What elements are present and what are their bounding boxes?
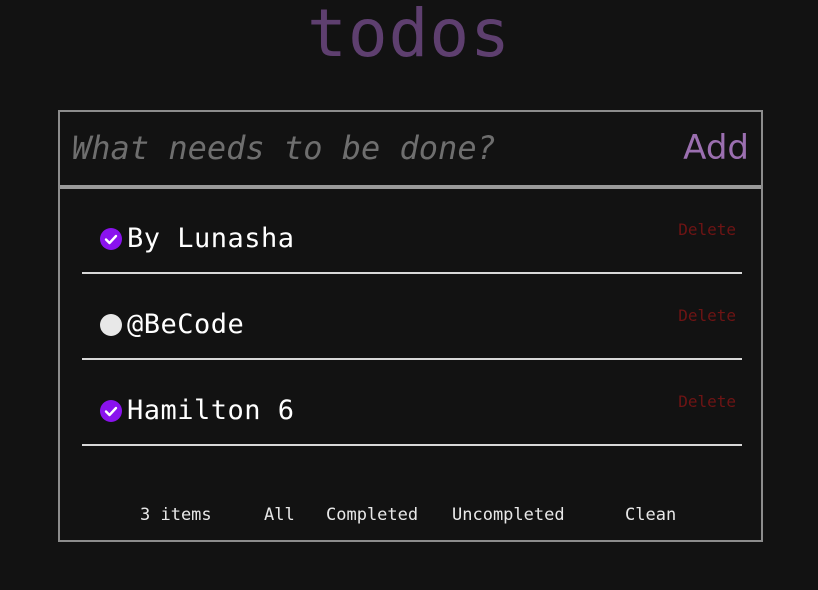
new-todo-row: Add <box>60 112 761 189</box>
todo-panel: Add By Lunasha Delete @BeCode Delete Ham… <box>58 110 763 542</box>
new-todo-input[interactable] <box>72 124 672 172</box>
todo-footer: 3 items All Completed Uncompleted Clean <box>60 504 761 526</box>
empty-circle-icon[interactable] <box>100 314 122 336</box>
filter-all-button[interactable]: All <box>264 504 295 526</box>
filter-uncompleted-button[interactable]: Uncompleted <box>452 504 565 526</box>
todo-item: Hamilton 6 Delete <box>82 361 742 446</box>
todo-item: @BeCode Delete <box>82 275 742 360</box>
todo-text: Hamilton 6 <box>127 395 295 426</box>
delete-button[interactable]: Delete <box>678 220 736 239</box>
delete-button[interactable]: Delete <box>678 306 736 325</box>
add-button[interactable]: Add <box>683 126 749 170</box>
check-circle-icon[interactable] <box>100 400 122 422</box>
delete-button[interactable]: Delete <box>678 392 736 411</box>
clean-button[interactable]: Clean <box>625 504 676 526</box>
page-title: todos <box>307 0 511 72</box>
todo-list: By Lunasha Delete @BeCode Delete Hamilto… <box>82 189 742 447</box>
todo-text: By Lunasha <box>127 223 295 254</box>
todo-text: @BeCode <box>127 309 245 340</box>
items-count: 3 items <box>140 505 212 525</box>
todo-item: By Lunasha Delete <box>82 189 742 274</box>
filter-completed-button[interactable]: Completed <box>326 504 418 526</box>
check-circle-icon[interactable] <box>100 228 122 250</box>
